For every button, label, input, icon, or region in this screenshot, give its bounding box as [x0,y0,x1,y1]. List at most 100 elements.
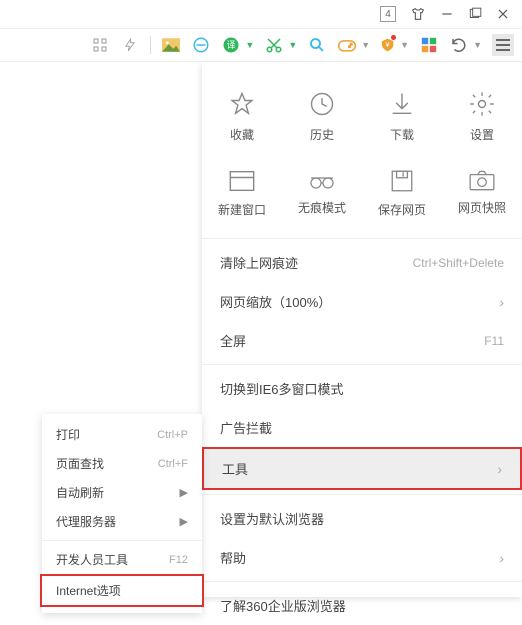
about-item[interactable]: 了解360企业版浏览器 [202,586,522,625]
scissors-icon[interactable] [264,35,284,55]
new-window-button[interactable]: 新建窗口 [202,159,282,234]
cell-label: 设置 [470,126,494,143]
history-button[interactable]: 历史 [282,80,362,159]
tools-item[interactable]: 工具 › [202,447,522,490]
search-icon[interactable] [307,35,327,55]
item-label: 清除上网痕迹 [220,253,298,272]
download-icon [388,90,416,118]
cell-label: 网页快照 [458,199,506,216]
zoom-item[interactable]: 网页缩放（100%） › [202,282,522,321]
chevron-right-icon: › [497,461,502,477]
chevron-right-icon: ▶ [180,515,188,528]
cell-label: 保存网页 [378,201,426,218]
item-shortcut: Ctrl+P [157,429,188,441]
chevron-right-icon: ▶ [180,486,188,499]
svg-text:译: 译 [227,40,236,50]
block-icon[interactable] [191,35,211,55]
star-icon [228,90,256,118]
shirt-icon[interactable] [410,6,426,22]
main-menu-panel: 收藏 历史 下载 设置 新建窗口 无痕模式 保存网页 网页快照 [202,62,522,597]
item-shortcut: Ctrl+Shift+Delete [413,256,504,270]
separator [150,36,151,54]
favorites-button[interactable]: 收藏 [202,80,282,159]
maximize-icon[interactable] [468,7,482,21]
incognito-icon [307,169,337,191]
devtools-item[interactable]: 开发人员工具 F12 [42,545,202,574]
menu-grid-row-2: 新建窗口 无痕模式 保存网页 网页快照 [202,159,522,234]
item-label: 广告拦截 [220,418,272,437]
translate-icon[interactable]: 译 [221,35,241,55]
cell-label: 下载 [390,126,414,143]
save-icon [389,169,415,193]
tools-submenu: 打印 Ctrl+P 页面查找 Ctrl+F 自动刷新 ▶ 代理服务器 ▶ 开发人… [42,414,202,613]
dropdown-caret-icon[interactable]: ▼ [361,40,370,50]
ie6-mode-item[interactable]: 切换到IE6多窗口模式 [202,369,522,408]
shield-icon[interactable]: ¥ [380,35,400,55]
cell-label: 新建窗口 [218,201,266,218]
item-label: 了解360企业版浏览器 [220,596,346,615]
item-shortcut: Ctrl+F [158,458,188,470]
item-label: 工具 [222,459,248,478]
item-shortcut: F11 [484,334,504,348]
menu-grid-row-1: 收藏 历史 下载 设置 [202,80,522,159]
qr-icon[interactable] [90,35,110,55]
save-page-button[interactable]: 保存网页 [362,159,442,234]
divider [42,540,202,541]
cell-label: 历史 [310,126,334,143]
incognito-button[interactable]: 无痕模式 [282,159,362,234]
chevron-right-icon: › [499,550,504,566]
internet-options-item[interactable]: Internet选项 [40,574,204,607]
browser-toolbar: 译 ▼ ▼ ▼ ¥ ▼ ▼ [0,28,522,62]
dropdown-caret-icon[interactable]: ▼ [400,40,409,50]
clock-icon [308,90,336,118]
set-default-item[interactable]: 设置为默认浏览器 [202,499,522,538]
tab-count-badge[interactable]: 4 [380,6,396,22]
game-icon[interactable] [337,35,357,55]
divider [202,364,522,365]
adblock-item[interactable]: 广告拦截 [202,408,522,447]
snapshot-button[interactable]: 网页快照 [442,159,522,234]
item-shortcut: F12 [169,554,188,566]
item-label: 自动刷新 [56,484,104,501]
cell-label: 无痕模式 [298,199,346,216]
downloads-button[interactable]: 下载 [362,80,442,159]
dropdown-caret-icon[interactable]: ▼ [245,40,254,50]
divider [202,494,522,495]
item-label: 网页缩放（100%） [220,292,331,311]
camera-icon [468,169,496,191]
gear-icon [468,90,496,118]
auto-refresh-item[interactable]: 自动刷新 ▶ [42,478,202,507]
print-item[interactable]: 打印 Ctrl+P [42,420,202,449]
chevron-right-icon: › [499,294,504,310]
grid-apps-icon[interactable] [419,35,439,55]
item-label: 开发人员工具 [56,551,128,568]
hamburger-menu-button[interactable] [492,34,514,56]
help-item[interactable]: 帮助 › [202,538,522,577]
window-titlebar: 4 [0,0,522,28]
clear-traces-item[interactable]: 清除上网痕迹 Ctrl+Shift+Delete [202,243,522,282]
proxy-item[interactable]: 代理服务器 ▶ [42,507,202,536]
picture-icon[interactable] [161,35,181,55]
find-item[interactable]: 页面查找 Ctrl+F [42,449,202,478]
window-icon [228,169,256,193]
flash-icon[interactable] [120,35,140,55]
item-label: 页面查找 [56,455,104,472]
close-icon[interactable] [496,7,510,21]
item-label: 代理服务器 [56,513,116,530]
minimize-icon[interactable] [440,7,454,21]
item-label: 切换到IE6多窗口模式 [220,379,344,398]
cell-label: 收藏 [230,126,254,143]
item-label: 全屏 [220,331,246,350]
fullscreen-item[interactable]: 全屏 F11 [202,321,522,360]
item-label: 设置为默认浏览器 [220,509,324,528]
undo-icon[interactable] [449,35,469,55]
item-label: 打印 [56,426,80,443]
dropdown-caret-icon[interactable]: ▼ [288,40,297,50]
item-label: Internet选项 [56,582,121,599]
item-label: 帮助 [220,548,246,567]
settings-button[interactable]: 设置 [442,80,522,159]
divider [202,238,522,239]
dropdown-caret-icon[interactable]: ▼ [473,40,482,50]
svg-text:¥: ¥ [386,42,390,49]
divider [202,581,522,582]
